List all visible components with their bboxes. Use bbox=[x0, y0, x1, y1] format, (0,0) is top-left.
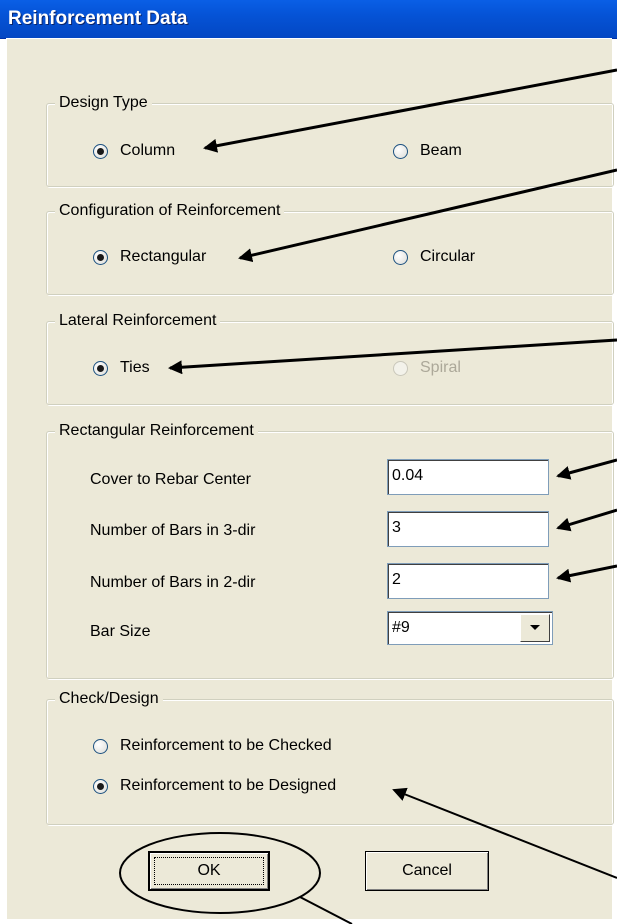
check-design-group: Check/Design bbox=[46, 689, 614, 825]
bar-size-value: #9 bbox=[392, 619, 410, 636]
radio-column-indicator[interactable] bbox=[93, 143, 108, 159]
radio-spiral: Spiral bbox=[393, 359, 461, 377]
radio-designed-indicator[interactable] bbox=[93, 778, 108, 794]
lateral-legend: Lateral Reinforcement bbox=[55, 311, 221, 331]
bar-size-label: Bar Size bbox=[90, 623, 151, 640]
radio-circular-indicator[interactable] bbox=[393, 249, 408, 265]
configuration-legend: Configuration of Reinforcement bbox=[55, 201, 285, 221]
cancel-button[interactable]: Cancel bbox=[365, 851, 489, 891]
radio-checked-label: Reinforcement to be Checked bbox=[120, 737, 332, 754]
cover-label: Cover to Rebar Center bbox=[90, 471, 251, 488]
radio-spiral-indicator bbox=[393, 360, 408, 376]
dialog-body: Design Type Column Beam Configuration of… bbox=[6, 38, 614, 919]
radio-column[interactable]: Column bbox=[93, 142, 175, 160]
design-type-legend: Design Type bbox=[55, 93, 152, 113]
radio-rectangular-label: Rectangular bbox=[120, 248, 207, 265]
window-title: Reinforcement Data bbox=[8, 8, 188, 29]
radio-designed-label: Reinforcement to be Designed bbox=[120, 777, 337, 794]
radio-spiral-label: Spiral bbox=[420, 359, 461, 376]
radio-beam-indicator[interactable] bbox=[393, 143, 408, 159]
radio-designed[interactable]: Reinforcement to be Designed bbox=[93, 777, 336, 795]
rectangular-legend: Rectangular Reinforcement bbox=[55, 421, 258, 441]
bars-2dir-label: Number of Bars in 2-dir bbox=[90, 574, 256, 591]
cancel-button-label: Cancel bbox=[402, 862, 452, 879]
radio-circular-label: Circular bbox=[420, 248, 476, 265]
bars-3dir-input[interactable]: 3 bbox=[387, 511, 549, 547]
radio-rectangular[interactable]: Rectangular bbox=[93, 248, 206, 266]
radio-checked-indicator[interactable] bbox=[93, 738, 108, 754]
radio-ties-label: Ties bbox=[120, 359, 150, 376]
check-design-legend: Check/Design bbox=[55, 689, 163, 709]
bars-2dir-input[interactable]: 2 bbox=[387, 563, 549, 599]
radio-beam-label: Beam bbox=[420, 142, 462, 159]
ok-button[interactable]: OK bbox=[148, 851, 270, 891]
radio-ties-indicator[interactable] bbox=[93, 360, 108, 376]
bars-3dir-label: Number of Bars in 3-dir bbox=[90, 522, 256, 539]
radio-ties[interactable]: Ties bbox=[93, 359, 150, 377]
radio-rectangular-indicator[interactable] bbox=[93, 249, 108, 265]
ok-button-focus bbox=[154, 857, 264, 885]
title-bar: Reinforcement Data bbox=[0, 0, 617, 39]
cover-input[interactable]: 0.04 bbox=[387, 459, 549, 495]
bar-size-select[interactable]: #9 bbox=[387, 611, 553, 645]
radio-circular[interactable]: Circular bbox=[393, 248, 475, 266]
chevron-down-icon[interactable] bbox=[520, 614, 550, 642]
radio-column-label: Column bbox=[120, 142, 176, 159]
radio-beam[interactable]: Beam bbox=[393, 142, 462, 160]
radio-checked[interactable]: Reinforcement to be Checked bbox=[93, 737, 332, 755]
